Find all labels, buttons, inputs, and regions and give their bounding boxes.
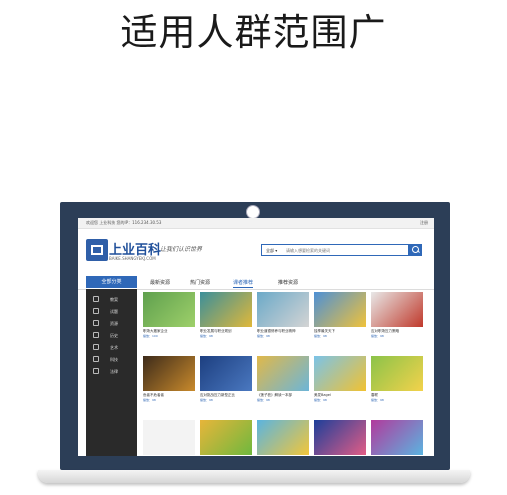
- site-slogan: 让我们认识世界: [160, 246, 203, 253]
- sidebar-item[interactable]: 科技: [93, 356, 135, 366]
- nav-bar: 全部分类 最新资源 热门资源 课者推荐 推荐资源: [78, 275, 434, 290]
- camera-icon: [246, 205, 260, 219]
- resource-thumbnail[interactable]: [314, 292, 366, 327]
- resource-card[interactable]: 职场大搬家企业 播放：100: [143, 292, 195, 352]
- sidebar-item[interactable]: 教案: [93, 296, 135, 306]
- resource-card[interactable]: 美发Bagel 播放：98: [314, 356, 366, 416]
- book-icon: [93, 332, 99, 338]
- palette-icon: [93, 344, 99, 350]
- folder-icon: [93, 320, 99, 326]
- document-icon: [93, 308, 99, 314]
- resource-thumbnail[interactable]: [143, 420, 195, 455]
- resource-meta: 播放：98: [314, 398, 327, 402]
- resource-thumbnail[interactable]: [200, 420, 252, 455]
- tab-recommended-by-teachers[interactable]: 课者推荐: [233, 279, 254, 288]
- resource-card[interactable]: 应对挑战压力新型正比 播放：98: [200, 356, 252, 416]
- resource-meta: 播放：98: [257, 334, 270, 338]
- resource-thumbnail[interactable]: [143, 292, 195, 327]
- sidebar-item[interactable]: 艺术: [93, 344, 135, 354]
- tab-featured[interactable]: 推荐资源: [278, 279, 298, 286]
- resource-meta: 播放：98: [371, 334, 384, 338]
- resource-grid: 职场大搬家企业 播放：100 职业发展与职业规划 播放：98 职业道德修养与职业精神 播放…: [143, 292, 428, 456]
- resource-meta: 播放：100: [143, 334, 158, 338]
- resource-thumbnail[interactable]: [257, 292, 309, 327]
- resource-thumbnail[interactable]: [371, 292, 423, 327]
- search-button[interactable]: [409, 244, 422, 256]
- gear-icon: [93, 356, 99, 362]
- resource-card[interactable]: 应对职场压力策略 播放：98: [371, 292, 423, 352]
- search-box: 全部 ▾: [261, 244, 409, 256]
- resource-thumbnail[interactable]: [143, 356, 195, 391]
- resource-meta: 播放：98: [200, 398, 213, 402]
- resource-card[interactable]: 独享最关天下 播放：98: [314, 292, 366, 352]
- resource-thumbnail[interactable]: [314, 420, 366, 455]
- resource-meta: 播放：98: [257, 398, 270, 402]
- resource-card[interactable]: [257, 420, 309, 456]
- resource-card[interactable]: 《莲子桩》解读一本部 播放：98: [257, 356, 309, 416]
- resource-meta: 播放：98: [314, 334, 327, 338]
- resource-thumbnail[interactable]: [257, 356, 309, 391]
- document-icon: [93, 296, 99, 302]
- laptop-screen: 欢迎您 上业科技 您的IP：116.234.30.53 注册 上业百科 BAIK…: [78, 218, 434, 456]
- resource-thumbnail[interactable]: [200, 356, 252, 391]
- resource-card[interactable]: 职业道德修养与职业精神 播放：98: [257, 292, 309, 352]
- resource-thumbnail[interactable]: [371, 356, 423, 391]
- scale-icon: [93, 368, 99, 374]
- headline: 适用人群范围广: [120, 11, 387, 54]
- resource-card[interactable]: 春联 播放：98: [371, 356, 423, 416]
- register-link[interactable]: 注册: [420, 220, 428, 226]
- all-categories-button[interactable]: 全部分类: [86, 276, 137, 288]
- resource-card[interactable]: 职业发展与职业规划 播放：98: [200, 292, 252, 352]
- search-input[interactable]: [286, 246, 406, 255]
- tab-latest[interactable]: 最新资源: [150, 279, 170, 286]
- sidebar-item[interactable]: 资源: [93, 320, 135, 330]
- resource-card[interactable]: 飞翔的蒲公英: [143, 420, 195, 456]
- resource-card[interactable]: [371, 420, 423, 456]
- resource-card[interactable]: [200, 420, 252, 456]
- resource-meta: 播放：98: [200, 334, 213, 338]
- top-bar: 欢迎您 上业科技 您的IP：116.234.30.53 注册: [78, 218, 434, 229]
- resource-thumbnail[interactable]: [200, 292, 252, 327]
- resource-meta: 播放：98: [143, 398, 156, 402]
- resource-meta: 播放：98: [371, 398, 384, 402]
- category-sidebar: 教案 试题 资源 历史 艺术 科技 法律: [86, 289, 137, 456]
- resource-thumbnail[interactable]: [314, 356, 366, 391]
- resource-card[interactable]: 危者不危者者 播放：98: [143, 356, 195, 416]
- resource-thumbnail[interactable]: [371, 420, 423, 455]
- laptop-base: [38, 470, 470, 483]
- sidebar-item[interactable]: 法律: [93, 368, 135, 378]
- sidebar-item[interactable]: 试题: [93, 308, 135, 318]
- sidebar-item[interactable]: 历史: [93, 332, 135, 342]
- site-domain: BAIKE.SHANGYEKJ.COM: [109, 256, 156, 261]
- resource-thumbnail[interactable]: [257, 420, 309, 455]
- resource-card[interactable]: [314, 420, 366, 456]
- search-category-select[interactable]: 全部 ▾: [266, 248, 277, 254]
- welcome-text: 欢迎您 上业科技 您的IP：116.234.30.53: [86, 220, 162, 225]
- logo-icon[interactable]: [86, 239, 108, 261]
- tab-hot[interactable]: 热门资源: [190, 279, 210, 286]
